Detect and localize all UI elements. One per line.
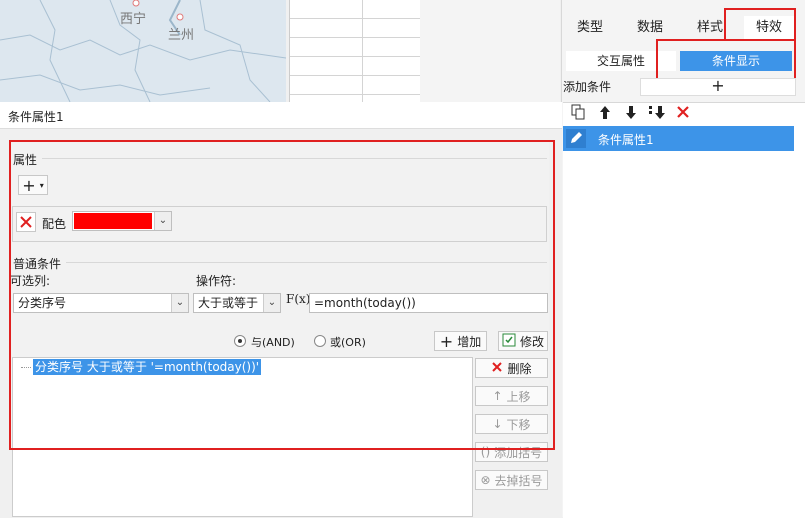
move-up-icon[interactable] [598, 104, 612, 125]
map-preview: 西宁 兰州 [0, 0, 286, 102]
add-condition-label: 添加条件 [563, 80, 612, 94]
list-item-label: 条件属性1 [598, 133, 654, 147]
edit-pencil-icon [566, 129, 586, 148]
tab-data[interactable]: 数据 [630, 16, 670, 40]
copy-icon[interactable] [570, 104, 586, 125]
panel-title: 条件属性1 [8, 110, 64, 124]
remove-bracket-label: 去掉括号 [494, 473, 543, 488]
move-bottom-icon[interactable] [648, 104, 666, 125]
delete-icon[interactable] [676, 104, 690, 125]
highlight-conditional-display [656, 39, 796, 80]
highlight-condition-editor [9, 140, 555, 450]
list-item-selected[interactable]: 条件属性1 [563, 126, 794, 151]
remove-bracket-icon: ⊗ [480, 473, 491, 487]
canvas-blank [420, 0, 560, 102]
city-label-lanzhou: 兰州 [168, 28, 195, 43]
condition-list [563, 102, 805, 518]
data-grid-preview [289, 0, 420, 102]
remove-bracket-button[interactable]: ⊗ 去掉括号 [475, 470, 548, 490]
city-label-xining: 西宁 [120, 12, 147, 27]
panel-header [0, 102, 562, 129]
tab-type[interactable]: 类型 [570, 16, 610, 40]
move-down-icon[interactable] [624, 104, 638, 125]
add-condition-button[interactable]: + [640, 78, 796, 96]
highlight-effects-tab [724, 8, 796, 41]
